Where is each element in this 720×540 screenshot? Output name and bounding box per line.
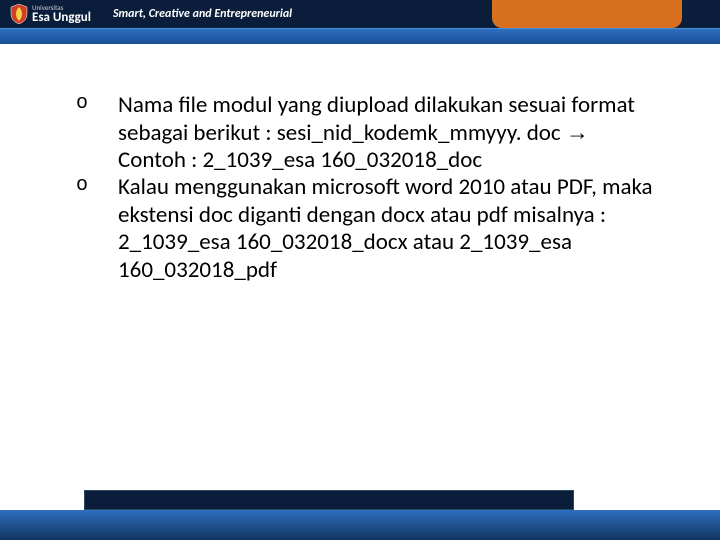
slide-footer <box>0 492 720 540</box>
brand-name: Esa Unggul <box>32 11 91 24</box>
list-item: o Kalau menggunakan microsoft word 2010 … <box>70 174 660 284</box>
item-text: Kalau menggunakan microsoft word 2010 at… <box>118 174 660 284</box>
shield-icon <box>10 4 28 24</box>
bullet-marker: o <box>70 174 118 284</box>
footer-blue-bar <box>0 510 720 540</box>
arrow-icon: → <box>566 119 589 145</box>
text-part-b: Contoh : 2_1039_esa 160_032018_doc <box>118 146 482 174</box>
brand-logo: Universitas Esa Unggul <box>0 4 91 24</box>
footer-dark-box <box>84 490 574 510</box>
slide-header: Universitas Esa Unggul Smart, Creative a… <box>0 0 720 44</box>
text-part-a: Nama file modul yang diupload dilakukan … <box>118 91 635 147</box>
text-part-a: Kalau menggunakan microsoft word 2010 at… <box>118 173 653 283</box>
item-text: Nama file modul yang diupload dilakukan … <box>118 92 660 174</box>
orange-accent-tab <box>492 0 682 28</box>
slogan-text: Smart, Creative and Entrepreneurial <box>113 7 292 21</box>
slide-content: o Nama file modul yang diupload dilakuka… <box>70 92 660 284</box>
list-item: o Nama file modul yang diupload dilakuka… <box>70 92 660 174</box>
bullet-marker: o <box>70 92 118 174</box>
brand-text: Universitas Esa Unggul <box>32 4 91 24</box>
header-blue-bar <box>0 28 720 44</box>
